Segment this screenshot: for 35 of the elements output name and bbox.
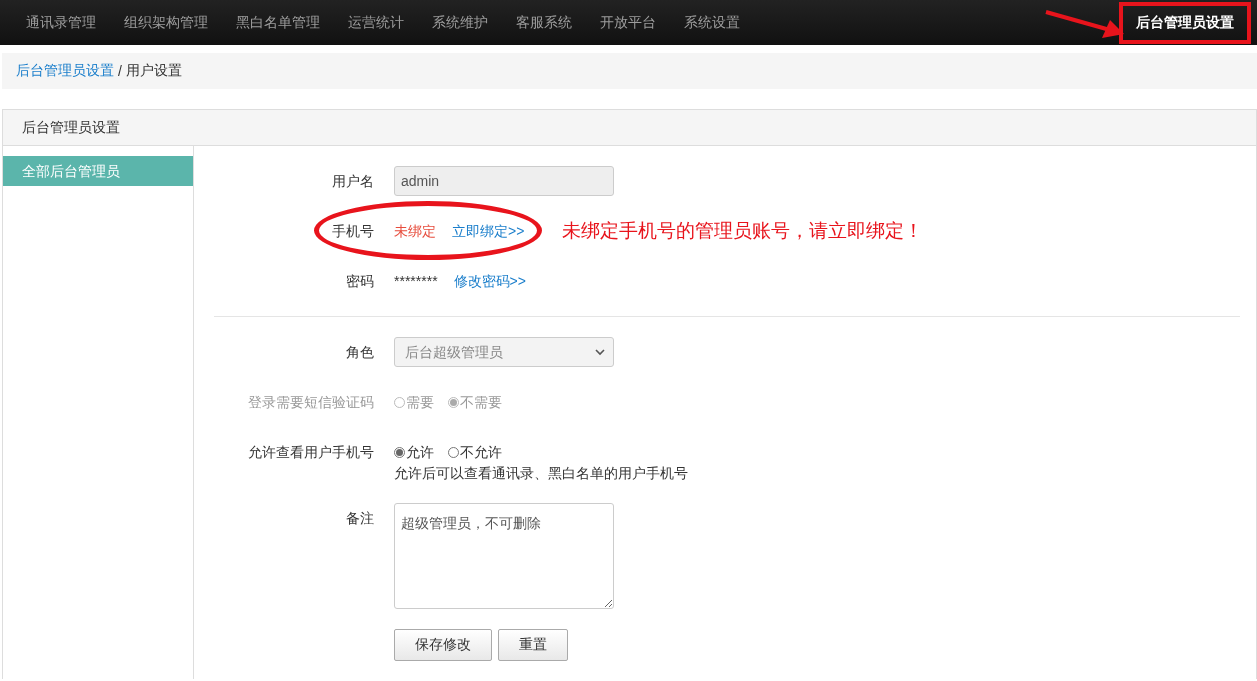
- field-label: 手机号: [331, 222, 375, 241]
- chevron-down-icon: [595, 348, 605, 356]
- radio-option[interactable]: 不允许: [448, 437, 502, 467]
- field-label: 用户名: [331, 172, 375, 191]
- remarks-field[interactable]: 超级管理员，不可删除: [394, 503, 614, 609]
- nav-menu-item[interactable]: 客服系统: [502, 13, 586, 32]
- radio-option: 需要: [394, 387, 434, 417]
- hint-text: 允许后可以查看通讯录、黑白名单的用户手机号: [394, 464, 688, 483]
- nav-menu-item[interactable]: 后台管理员设置: [1119, 1, 1251, 44]
- masked-password: ********: [394, 272, 438, 291]
- nav-menu-item[interactable]: 通讯录管理: [12, 13, 110, 32]
- field-label: 备注: [345, 509, 375, 528]
- role-dropdown: 后台超级管理员: [394, 337, 614, 367]
- reset-button[interactable]: 重置: [498, 629, 568, 661]
- save-button[interactable]: 保存修改: [394, 629, 492, 661]
- nav-menu-item[interactable]: 系统设置: [670, 13, 754, 32]
- nav-menu-item[interactable]: 系统维护: [418, 13, 502, 32]
- bind-link[interactable]: 立即绑定>>: [452, 216, 525, 246]
- nav-menu-item[interactable]: 开放平台: [586, 13, 670, 32]
- nav-menu-item[interactable]: 组织架构管理: [110, 13, 222, 32]
- field-label: 登录需要短信验证码: [247, 393, 375, 412]
- radio-option: 不需要: [448, 387, 502, 417]
- breadcrumb-link[interactable]: 后台管理员设置: [16, 62, 114, 80]
- change-password-link[interactable]: 修改密码>>: [453, 266, 526, 296]
- annotation-text: 未绑定手机号的管理员账号，请立即绑定！: [562, 219, 923, 243]
- nav-menu-item[interactable]: 运营统计: [334, 13, 418, 32]
- breadcrumb-separator: /: [118, 63, 122, 79]
- panel-title: 后台管理员设置: [3, 110, 1256, 146]
- radio-option[interactable]: 允许: [394, 437, 434, 467]
- nav-menu-item[interactable]: 黑白名单管理: [222, 13, 334, 32]
- field-label: 角色: [345, 343, 375, 362]
- field-label: 允许查看用户手机号: [247, 443, 375, 462]
- status-text: 未绑定: [394, 222, 436, 241]
- breadcrumb-current: 用户设置: [125, 62, 182, 80]
- field-label: 密码: [345, 272, 375, 291]
